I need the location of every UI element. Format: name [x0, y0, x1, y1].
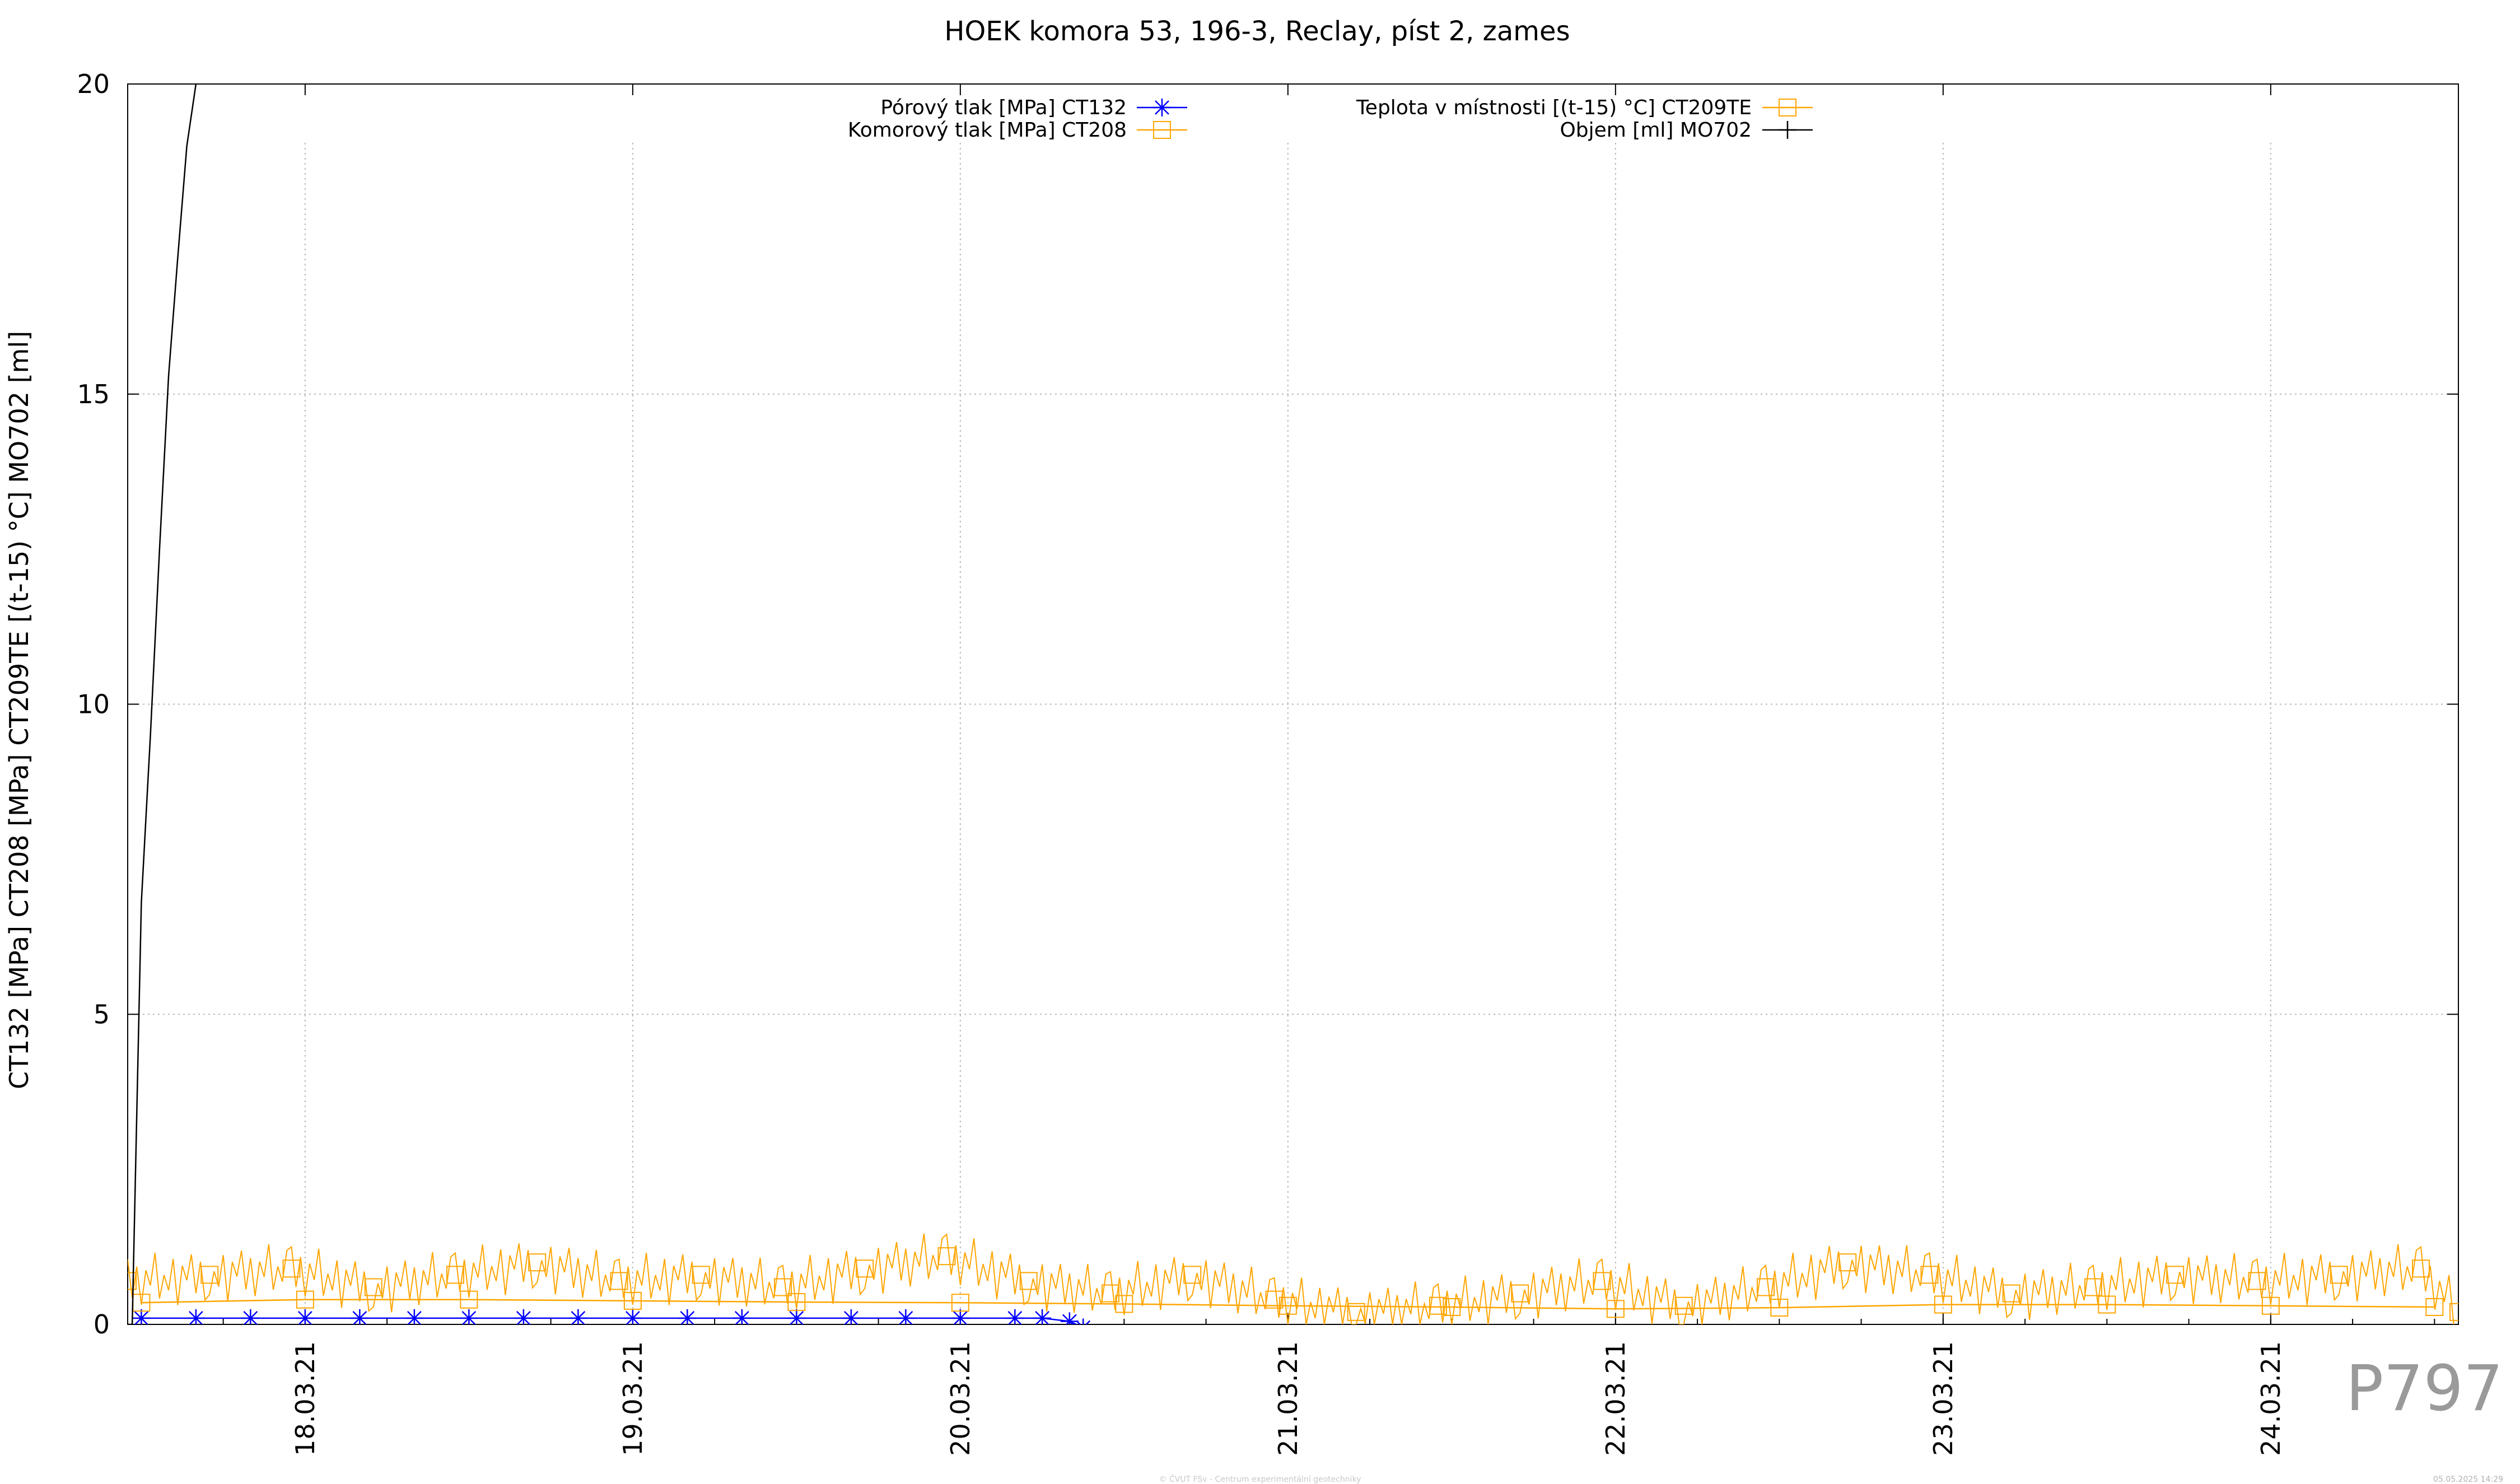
x-tick-label: 21.03.21: [1273, 1341, 1303, 1456]
y-axis-label: CT132 [MPa] CT208 [MPa] CT209TE [(t-15) …: [4, 331, 34, 1089]
series-line: [141, 1317, 1079, 1324]
series-2: [128, 1233, 2458, 1324]
marker-shape: [1060, 1312, 1079, 1324]
marker-shape: [1153, 99, 1171, 116]
legend-label: Komorový tlak [MPa] CT208: [848, 119, 1127, 142]
x-tick-label: 20.03.21: [945, 1341, 976, 1456]
marker-shape: [1838, 1253, 1857, 1272]
asterisk-marker: [1076, 1318, 1091, 1324]
square-marker: [1019, 1272, 1038, 1290]
y-tick-label: 20: [77, 69, 110, 99]
y-tick-label: 15: [77, 379, 110, 409]
legend-entry: Komorový tlak [MPa] CT208: [848, 119, 1187, 142]
footer-date: 05.05.2025 14:29: [2433, 1475, 2503, 1484]
x-tick-label: 22.03.21: [1600, 1341, 1631, 1456]
chart: HOEK komora 53, 196-3, Reclay, píst 2, z…: [4, 16, 2459, 1456]
square-marker: [692, 1266, 710, 1284]
marker-shape: [1779, 121, 1796, 139]
footer-credit: © ČVUT FSv - Centrum experimentální geot…: [1159, 1475, 1361, 1484]
marker-shape: [1019, 1272, 1038, 1290]
asterisk-marker: [1060, 1312, 1079, 1324]
square-marker: [528, 1253, 547, 1272]
marker-shape: [528, 1253, 547, 1272]
grid: [128, 143, 2458, 1324]
legend-label: Teplota v místnosti [(t-15) °C] CT209TE: [1356, 96, 1752, 119]
y-tick-label: 5: [94, 999, 110, 1029]
legend: Pórový tlak [MPa] CT132Komorový tlak [MP…: [848, 96, 1813, 142]
marker-shape: [692, 1266, 710, 1284]
legend-entry: Pórový tlak [MPa] CT132: [880, 96, 1187, 119]
square-marker: [1838, 1253, 1857, 1272]
x-tick-label: 19.03.21: [618, 1341, 648, 1456]
x-tick-label: 24.03.21: [2256, 1341, 2286, 1456]
x-tick-label: 18.03.21: [290, 1341, 320, 1456]
marker-shape: [1076, 1318, 1091, 1324]
x-tick-label: 23.03.21: [1928, 1341, 1958, 1456]
series: [128, 84, 2458, 1324]
legend-entry: Teplota v místnosti [(t-15) °C] CT209TE: [1356, 96, 1813, 119]
square-marker: [1183, 1266, 1202, 1284]
y-tick-label: 10: [77, 689, 110, 720]
marker-shape: [1183, 1266, 1202, 1284]
series-0: [132, 1309, 1091, 1324]
series-line: [128, 1233, 2454, 1324]
plot-id-label: P797: [2345, 1352, 2503, 1425]
chart-title: HOEK komora 53, 196-3, Reclay, píst 2, z…: [944, 16, 1570, 47]
legend-entry: Objem [ml] MO702: [1560, 119, 1813, 142]
legend-label: Objem [ml] MO702: [1560, 119, 1752, 142]
asterisk-marker: [1153, 99, 1171, 116]
legend-label: Pórový tlak [MPa] CT132: [880, 96, 1127, 119]
y-tick-label: 0: [94, 1309, 110, 1340]
plus-marker: [1779, 121, 1796, 139]
